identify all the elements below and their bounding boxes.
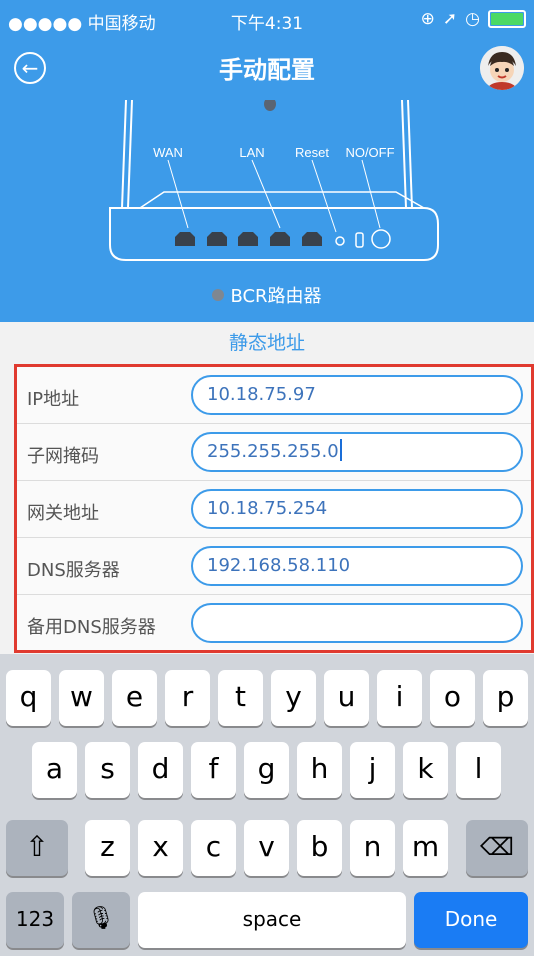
- key-y[interactable]: y: [271, 670, 316, 726]
- backspace-key[interactable]: ⌫: [466, 820, 528, 876]
- subnet-label: 子网掩码: [27, 446, 99, 467]
- key-b[interactable]: b: [297, 820, 342, 876]
- key-k[interactable]: k: [403, 742, 448, 798]
- port-label-onoff: NO/OFF: [345, 145, 394, 160]
- backup-dns-input[interactable]: [191, 603, 523, 643]
- key-w[interactable]: w: [59, 670, 104, 726]
- backspace-icon: ⌫: [480, 833, 514, 861]
- status-bar: ●●●●● 中国移动 下午4:31 ⊕ ➚ ◷: [0, 0, 534, 38]
- key-o[interactable]: o: [430, 670, 475, 726]
- port-label-reset: Reset: [295, 145, 329, 160]
- key-a[interactable]: a: [32, 742, 77, 798]
- microphone-icon: 🎙: [87, 906, 115, 931]
- key-s[interactable]: s: [85, 742, 130, 798]
- alarm-icon: ◷: [465, 9, 480, 29]
- router-name: BCR路由器: [0, 282, 534, 308]
- dns-label: DNS服务器: [27, 560, 120, 581]
- key-j[interactable]: j: [350, 742, 395, 798]
- key-e[interactable]: e: [112, 670, 157, 726]
- keyboard: q w e r t y u i o p a s d f g h j k l ⇧ …: [0, 654, 534, 956]
- status-icons: ⊕ ➚ ◷: [421, 9, 526, 29]
- shift-key[interactable]: ⇧: [6, 820, 68, 876]
- key-t[interactable]: t: [218, 670, 263, 726]
- form-row-gateway: 网关地址 10.18.75.254: [17, 481, 531, 538]
- key-p[interactable]: p: [483, 670, 528, 726]
- key-z[interactable]: z: [85, 820, 130, 876]
- key-m[interactable]: m: [403, 820, 448, 876]
- form-row-ip: IP地址 10.18.75.97: [17, 367, 531, 424]
- router-name-label: BCR路由器: [230, 286, 322, 307]
- router-diagram: WAN LAN Reset NO/OFF BCR路由器: [0, 100, 534, 322]
- text-caret: [339, 439, 342, 461]
- avatar-icon: [480, 46, 524, 90]
- status-dot-icon: [212, 289, 225, 301]
- key-i[interactable]: i: [377, 670, 422, 726]
- key-c[interactable]: c: [191, 820, 236, 876]
- space-key[interactable]: space: [138, 892, 406, 948]
- section-title: 静态地址: [0, 322, 534, 364]
- dns-server-input[interactable]: 192.168.58.110: [191, 546, 523, 586]
- key-q[interactable]: q: [6, 670, 51, 726]
- form-row-backup-dns: 备用DNS服务器: [17, 595, 531, 652]
- key-x[interactable]: x: [138, 820, 183, 876]
- form-row-subnet: 子网掩码 255.255.255.0: [17, 424, 531, 481]
- dns-server-value: 192.168.58.110: [207, 555, 351, 576]
- ip-address-input[interactable]: 10.18.75.97: [191, 375, 523, 415]
- subnet-mask-value: 255.255.255.0: [207, 441, 339, 462]
- ip-address-value: 10.18.75.97: [207, 384, 316, 405]
- done-key[interactable]: Done: [414, 892, 528, 948]
- key-g[interactable]: g: [244, 742, 289, 798]
- key-h[interactable]: h: [297, 742, 342, 798]
- key-r[interactable]: r: [165, 670, 210, 726]
- avatar[interactable]: [480, 46, 524, 90]
- gateway-input[interactable]: 10.18.75.254: [191, 489, 523, 529]
- key-l[interactable]: l: [456, 742, 501, 798]
- static-address-form: IP地址 10.18.75.97 子网掩码 255.255.255.0 网关地址…: [14, 364, 534, 653]
- nav-bar: ← 手动配置: [0, 38, 534, 100]
- ip-label: IP地址: [27, 389, 80, 410]
- subnet-mask-input[interactable]: 255.255.255.0: [191, 432, 523, 472]
- page-title: 手动配置: [219, 56, 315, 84]
- key-v[interactable]: v: [244, 820, 289, 876]
- app: ●●●●● 中国移动 下午4:31 ⊕ ➚ ◷ ← 手动配置 WAN LAN R…: [0, 0, 534, 956]
- gateway-label: 网关地址: [27, 503, 99, 524]
- key-n[interactable]: n: [350, 820, 395, 876]
- header-area: ●●●●● 中国移动 下午4:31 ⊕ ➚ ◷ ← 手动配置 WAN LAN R…: [0, 0, 534, 322]
- key-u[interactable]: u: [324, 670, 369, 726]
- gateway-value: 10.18.75.254: [207, 498, 328, 519]
- form-row-dns: DNS服务器 192.168.58.110: [17, 538, 531, 595]
- location-icon: ➚: [442, 9, 458, 29]
- shift-icon: ⇧: [25, 830, 49, 863]
- battery-icon: [488, 10, 526, 28]
- port-label-wan: WAN: [153, 145, 183, 160]
- backup-dns-label: 备用DNS服务器: [27, 617, 156, 638]
- key-f[interactable]: f: [191, 742, 236, 798]
- dictation-key[interactable]: 🎙: [72, 892, 130, 948]
- lock-rotation-icon: ⊕: [420, 9, 435, 29]
- port-label-lan: LAN: [239, 145, 264, 160]
- numbers-key[interactable]: 123: [6, 892, 64, 948]
- key-d[interactable]: d: [138, 742, 183, 798]
